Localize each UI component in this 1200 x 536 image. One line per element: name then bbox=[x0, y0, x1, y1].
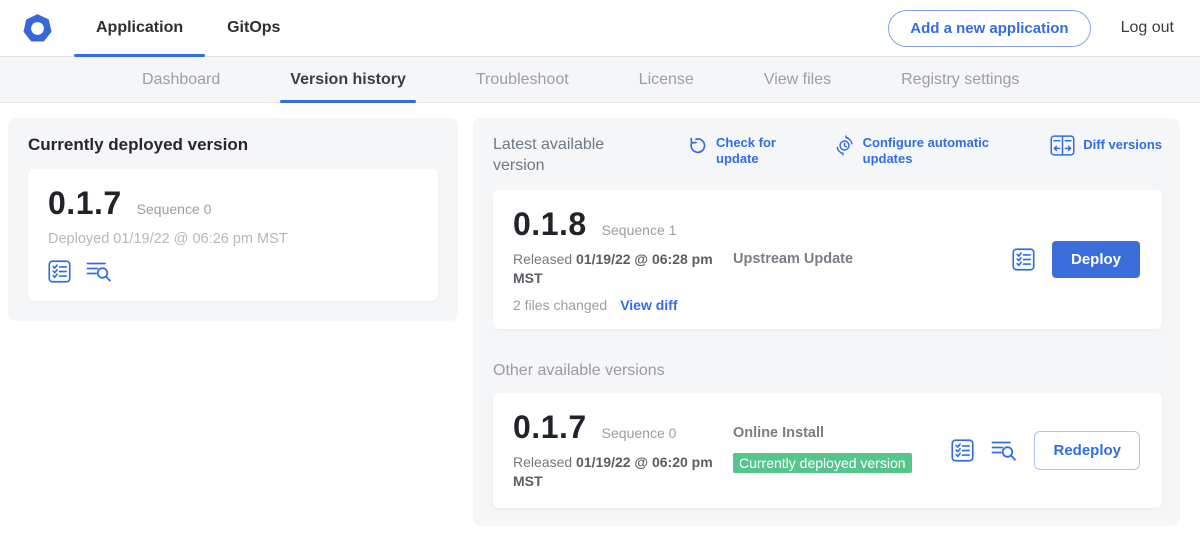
currently-deployed-badge: Currently deployed version bbox=[733, 453, 912, 473]
diff-versions-button[interactable]: Diff versions bbox=[1050, 135, 1162, 156]
refresh-icon bbox=[687, 135, 708, 168]
subnav-item-dashboard[interactable]: Dashboard bbox=[142, 57, 220, 102]
latest-sequence-label: Sequence 1 bbox=[602, 222, 677, 238]
latest-files-changed-row: 2 files changed View diff bbox=[513, 297, 715, 313]
other-version-actions: Redeploy bbox=[951, 431, 1142, 470]
subnav-item-license[interactable]: License bbox=[639, 57, 694, 102]
tab-gitops[interactable]: GitOps bbox=[205, 0, 302, 56]
release-notes-checklist-icon[interactable] bbox=[1012, 248, 1035, 271]
view-diff-link[interactable]: View diff bbox=[620, 297, 677, 313]
other-version-source: Online Install Currently deployed versio… bbox=[715, 425, 951, 477]
subnav-item-version-history[interactable]: Version history bbox=[290, 57, 406, 102]
other-versions-title: Other available versions bbox=[493, 362, 1162, 380]
diff-versions-label: Diff versions bbox=[1083, 137, 1162, 153]
latest-version-card: 0.1.8 Sequence 1 Released 01/19/22 @ 06:… bbox=[493, 190, 1162, 329]
top-tabs: Application GitOps bbox=[74, 0, 302, 56]
app-logo-heptagon-icon bbox=[21, 12, 54, 45]
files-changed-label: 2 files changed bbox=[513, 297, 607, 313]
view-files-search-icon[interactable] bbox=[86, 260, 112, 283]
view-files-search-icon[interactable] bbox=[991, 439, 1017, 462]
other-version-card: 0.1.7 Sequence 0 Released 01/19/22 @ 06:… bbox=[493, 393, 1162, 508]
deployed-version-card: 0.1.7 Sequence 0 Deployed 01/19/22 @ 06:… bbox=[28, 169, 438, 301]
check-for-update-button[interactable]: Check for update bbox=[687, 135, 782, 168]
configure-automatic-updates-button[interactable]: Configure automatic updates bbox=[834, 135, 999, 168]
currently-deployed-panel: Currently deployed version 0.1.7 Sequenc… bbox=[8, 118, 458, 321]
available-versions-panel: Latest available version Check for updat… bbox=[473, 118, 1180, 526]
released-label: Released bbox=[513, 454, 572, 470]
main-content: Currently deployed version 0.1.7 Sequenc… bbox=[0, 103, 1200, 526]
release-notes-checklist-icon[interactable] bbox=[48, 260, 71, 283]
subnav-item-registry-settings[interactable]: Registry settings bbox=[901, 57, 1019, 102]
tab-application-label: Application bbox=[96, 19, 183, 37]
latest-version-source: Upstream Update bbox=[715, 250, 1012, 268]
topbar-right: Add a new application Log out bbox=[888, 0, 1200, 56]
app-logo[interactable] bbox=[0, 0, 74, 56]
check-for-update-label: Check for update bbox=[716, 135, 782, 168]
other-released-timestamp: Released 01/19/22 @ 06:20 pm MST bbox=[513, 453, 715, 492]
available-panel-header: Latest available version Check for updat… bbox=[493, 135, 1162, 177]
latest-released-timestamp: Released 01/19/22 @ 06:28 pm MST bbox=[513, 250, 715, 289]
tab-gitops-label: GitOps bbox=[227, 19, 280, 37]
other-sequence-label: Sequence 0 bbox=[602, 425, 677, 441]
latest-available-title: Latest available version bbox=[493, 135, 643, 177]
redeploy-button[interactable]: Redeploy bbox=[1034, 431, 1140, 470]
status-badge-wrap: Currently deployed version bbox=[733, 451, 913, 477]
other-version-number: 0.1.7 bbox=[513, 409, 587, 446]
tab-application[interactable]: Application bbox=[74, 0, 205, 56]
configure-automatic-updates-label: Configure automatic updates bbox=[863, 135, 999, 168]
latest-source-label: Upstream Update bbox=[733, 251, 853, 267]
deployed-version-row: 0.1.7 Sequence 0 bbox=[48, 185, 418, 222]
deploy-button[interactable]: Deploy bbox=[1052, 241, 1140, 278]
deployed-timestamp: Deployed 01/19/22 @ 06:26 pm MST bbox=[48, 231, 418, 247]
latest-version-number: 0.1.8 bbox=[513, 206, 587, 243]
other-source-label: Online Install bbox=[733, 425, 951, 441]
deployed-panel-title: Currently deployed version bbox=[28, 135, 438, 155]
diff-table-icon bbox=[1050, 135, 1075, 156]
add-application-button[interactable]: Add a new application bbox=[888, 10, 1090, 47]
deployed-version-number: 0.1.7 bbox=[48, 185, 122, 222]
release-notes-checklist-icon[interactable] bbox=[951, 439, 974, 462]
latest-version-info: 0.1.8 Sequence 1 Released 01/19/22 @ 06:… bbox=[513, 206, 715, 313]
released-label: Released bbox=[513, 251, 572, 267]
latest-version-actions: Deploy bbox=[1012, 241, 1142, 278]
logout-button[interactable]: Log out bbox=[1121, 19, 1174, 37]
deployed-sequence-label: Sequence 0 bbox=[137, 201, 212, 217]
deployed-card-actions bbox=[48, 260, 418, 283]
top-navbar: Application GitOps Add a new application… bbox=[0, 0, 1200, 57]
subnav-item-troubleshoot[interactable]: Troubleshoot bbox=[476, 57, 569, 102]
update-actions: Check for update Configure automat bbox=[643, 135, 1162, 168]
app-subnav: Dashboard Version history Troubleshoot L… bbox=[0, 57, 1200, 103]
other-version-info: 0.1.7 Sequence 0 Released 01/19/22 @ 06:… bbox=[513, 409, 715, 492]
subnav-item-view-files[interactable]: View files bbox=[764, 57, 831, 102]
clock-refresh-icon bbox=[834, 135, 855, 168]
